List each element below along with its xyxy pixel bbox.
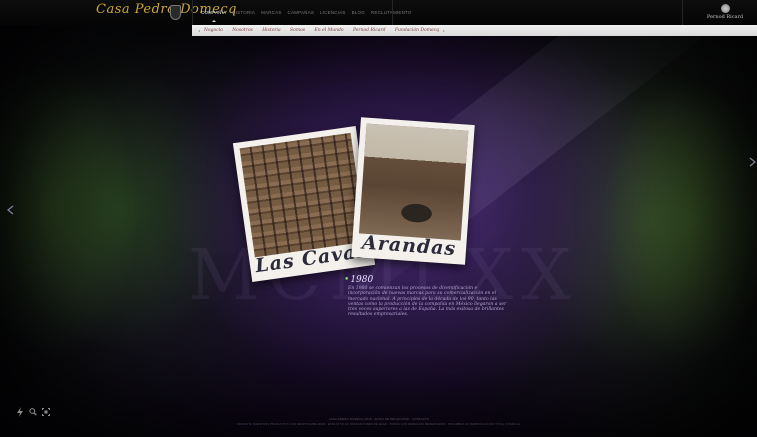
nav-item-campanas[interactable]: Campañas <box>288 10 315 15</box>
prev-slide-arrow-icon[interactable] <box>6 205 16 215</box>
lightning-icon[interactable] <box>16 407 24 417</box>
subnav-item-fundacion[interactable]: Fundación Domecq <box>395 28 439 33</box>
subnav-item-negocio[interactable]: Negocio <box>204 28 223 33</box>
nav-item-compania[interactable]: Compañía <box>201 10 226 22</box>
subnav-item-en-el-mundo[interactable]: En el Mundo <box>314 28 343 33</box>
sub-nav: ◂ Negocio · Nosotros · Historia · Somos … <box>192 25 757 36</box>
search-icon[interactable] <box>29 407 37 417</box>
footer: CASA PEDRO DOMECQ 2010 · AVISO DE PRIVAC… <box>190 417 568 426</box>
subnav-item-nosotros[interactable]: Nosotros <box>232 28 253 33</box>
year-value: 1980 <box>350 275 374 285</box>
top-header: Casa Pedro Domecq Compañía Historia Marc… <box>0 0 757 25</box>
subnav-item-historia[interactable]: Historia <box>262 28 280 33</box>
crest-icon <box>170 5 181 20</box>
toolbar <box>16 407 50 417</box>
main-nav: Compañía Historia Marcas Campañas Licenc… <box>198 0 412 25</box>
brand-logo[interactable]: Casa Pedro Domecq <box>96 2 236 24</box>
partner-logo[interactable]: Pernod Ricard <box>703 4 747 20</box>
next-slide-arrow-icon[interactable] <box>747 157 757 167</box>
subnav-item-somos[interactable]: Somos <box>290 28 305 33</box>
subnav-item-pernod-ricard[interactable]: Pernod Ricard <box>353 28 386 33</box>
slide-body-text: En 1980 se comienzan los procesos de div… <box>348 286 507 318</box>
left-foliage <box>0 60 140 360</box>
nav-item-blog[interactable]: Blog <box>352 10 365 15</box>
footer-legal: DISFRUTE NUESTROS PRODUCTOS CON RESPONSA… <box>237 422 521 426</box>
gate-image <box>358 123 469 241</box>
partner-name: Pernod Ricard <box>706 14 744 20</box>
year-bullet-icon: • <box>344 275 350 285</box>
slide-year: •1980 <box>344 275 373 285</box>
photo-las-cavas[interactable]: Las Cavas <box>232 126 376 282</box>
right-foliage <box>600 80 757 360</box>
nav-item-licencias[interactable]: Licencias <box>320 10 346 15</box>
nav-item-marcas[interactable]: Marcas <box>261 10 281 15</box>
nav-item-historia[interactable]: Historia <box>232 10 255 15</box>
footer-links[interactable]: CASA PEDRO DOMECQ 2010 · AVISO DE PRIVAC… <box>190 417 568 421</box>
cellar-image <box>239 132 366 258</box>
photo-arandas[interactable]: Arandas <box>351 117 475 265</box>
partner-mark-icon <box>720 4 730 13</box>
fullscreen-icon[interactable] <box>42 407 50 417</box>
